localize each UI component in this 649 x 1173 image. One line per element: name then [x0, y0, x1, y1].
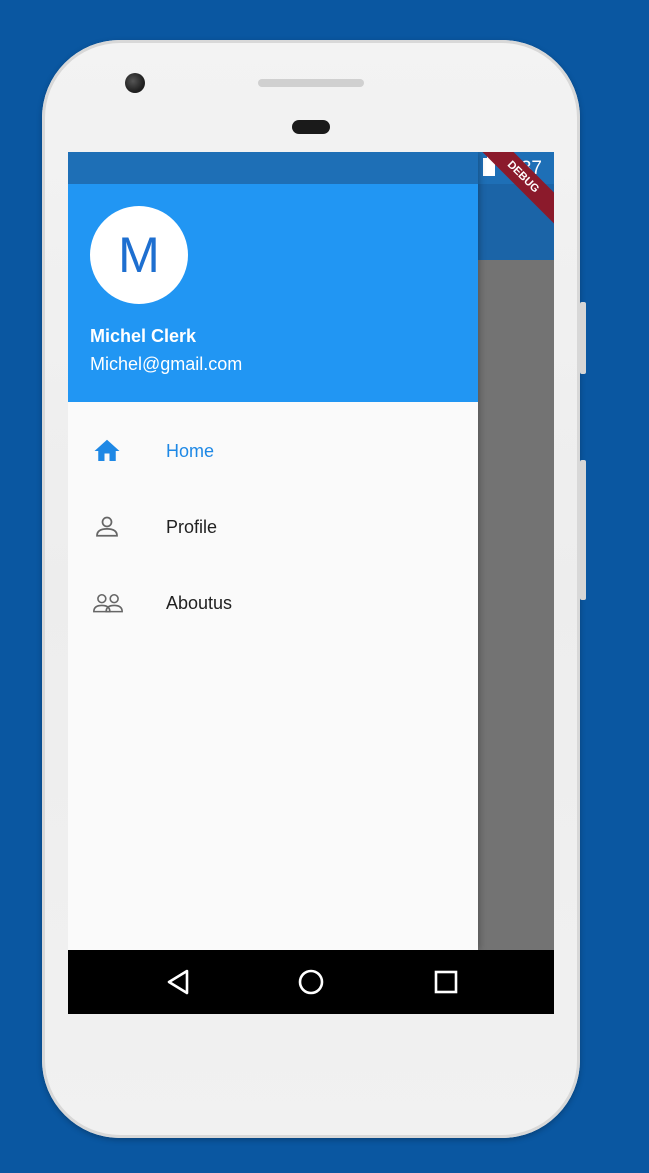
drawer-header: M Michel Clerk Michel@gmail.com — [68, 184, 478, 402]
drawer-status-area — [68, 152, 478, 184]
front-camera — [125, 73, 145, 93]
drawer-item-aboutus[interactable]: Aboutus — [68, 566, 478, 642]
proximity-sensor — [292, 120, 330, 134]
navigation-drawer: M Michel Clerk Michel@gmail.com Home Pro… — [68, 152, 478, 950]
drawer-item-label: Aboutus — [166, 593, 233, 613]
power-button — [580, 302, 586, 374]
account-email: Michel@gmail.com — [90, 354, 243, 374]
drawer-item-label: Profile — [166, 517, 218, 537]
drawer-item-home[interactable]: Home — [68, 414, 478, 490]
drawer-item-profile[interactable]: Profile — [68, 490, 478, 566]
volume-button — [580, 460, 586, 600]
earpiece-speaker — [258, 79, 364, 87]
people-icon — [92, 588, 123, 618]
recents-icon[interactable] — [428, 964, 464, 1000]
account-name: Michel Clerk — [90, 326, 197, 346]
system-nav-bar — [68, 950, 554, 1014]
person-icon — [92, 512, 122, 542]
back-icon[interactable] — [160, 964, 196, 1000]
home-icon — [92, 436, 122, 466]
avatar[interactable]: M — [90, 206, 188, 304]
home-circle-icon[interactable] — [293, 964, 329, 1000]
phone-screen: 2:37 DEBUG M Michel Clerk Michel@gmail.c… — [68, 152, 554, 1014]
drawer-item-label: Home — [166, 441, 215, 461]
